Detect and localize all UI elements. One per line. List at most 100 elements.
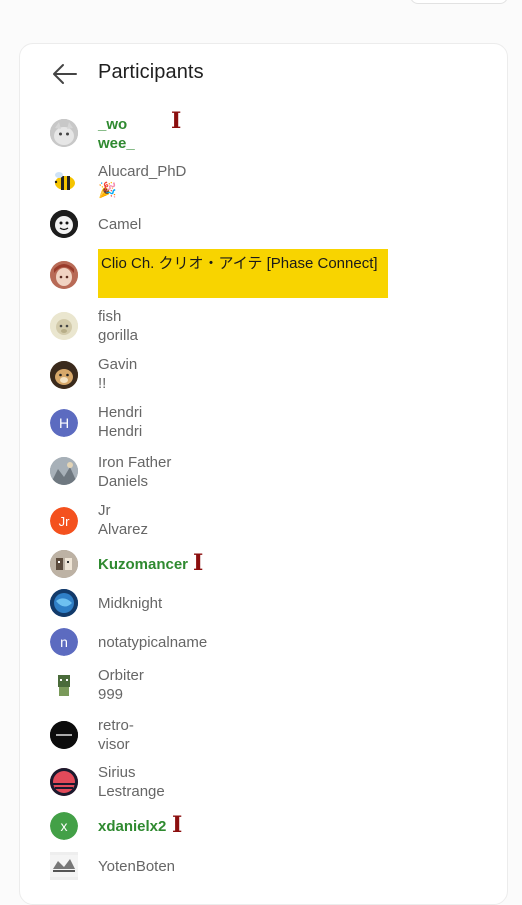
letter-avatar: Jr: [50, 507, 78, 535]
name-line-2: Alvarez: [98, 521, 149, 538]
avatar: [50, 550, 78, 578]
name-line-1: Camel: [98, 216, 142, 233]
participant-row[interactable]: n notatypicalname: [20, 624, 507, 662]
participant-row[interactable]: Sirius Lestrange: [20, 764, 507, 812]
participant-name: retro- visor: [98, 716, 368, 754]
name-line-1: Iron Father: [98, 454, 172, 471]
arrow-left-icon: [53, 64, 77, 84]
participant-row[interactable]: Gavin !!: [20, 350, 507, 400]
participant-row[interactable]: fish gorilla: [20, 302, 507, 350]
avatar: [50, 589, 78, 617]
red-sunset-image: [50, 768, 78, 796]
participant-row[interactable]: Jr Jr Alvarez: [20, 498, 507, 546]
participant-row[interactable]: Clio Ch. クリオ・アイテ [Phase Connect]: [20, 248, 507, 302]
back-button[interactable]: [51, 62, 79, 86]
name-line-1: Alucard_PhD: [98, 163, 187, 180]
name-line-1: YotenBoten: [98, 858, 176, 875]
letter-avatar: n: [50, 628, 78, 656]
participant-name: Sirius Lestrange: [98, 763, 368, 801]
avatar: [50, 167, 78, 195]
participant-row[interactable]: _wo wee_: [20, 106, 507, 160]
avatar: x: [50, 812, 78, 840]
name-line-1: Gavin: [98, 356, 138, 373]
name-line-1: Clio Ch. クリオ・アイテ [Phase Connect]: [101, 255, 378, 272]
page-title: Participants: [98, 61, 204, 83]
avatar: [50, 261, 78, 289]
avatar: [50, 119, 78, 147]
participant-row[interactable]: Orbiter 999: [20, 662, 507, 714]
gorilla-image: [50, 312, 78, 340]
avatar: [50, 312, 78, 340]
name-line-1: Midknight: [98, 595, 163, 612]
name-line-1: retro-: [98, 717, 134, 734]
participant-name: notatypicalname: [98, 633, 368, 652]
participant-name: Iron Father Daniels: [98, 453, 368, 491]
name-line-1: xdanielx2: [98, 818, 167, 835]
green-character-image: [50, 671, 78, 699]
name-line-1: _wo: [98, 116, 128, 133]
avatar: [50, 361, 78, 389]
anime-girl-image: [50, 261, 78, 289]
avatar: [50, 210, 78, 238]
participant-row[interactable]: YotenBoten: [20, 852, 507, 892]
participant-row[interactable]: Camel: [20, 210, 507, 250]
panel-header: Participants: [20, 44, 507, 104]
name-line-2: Hendri: [98, 423, 143, 440]
cat-photo-image: [50, 119, 78, 147]
letter-avatar: H: [50, 409, 78, 437]
participant-name: fish gorilla: [98, 307, 368, 345]
top-control-stub: [410, 0, 508, 4]
dog-image: [50, 361, 78, 389]
bee-image: [50, 167, 78, 195]
name-line-1: Hendri: [98, 404, 143, 421]
avatar: Jr: [50, 507, 78, 535]
avatar: [50, 768, 78, 796]
name-line-1: fish: [98, 308, 122, 325]
black-logo-image: [50, 721, 78, 749]
name-line-1: Sirius: [98, 764, 136, 781]
name-line-2: gorilla: [98, 327, 139, 344]
participant-name: xdanielx2: [98, 817, 368, 836]
letter-avatar: x: [50, 812, 78, 840]
participant-name: YotenBoten: [98, 857, 368, 876]
avatar: [50, 457, 78, 485]
participant-name: Hendri Hendri: [98, 403, 368, 441]
text-cursor-icon: I: [193, 550, 204, 576]
participant-name: Jr Alvarez: [98, 501, 368, 539]
participant-row[interactable]: Alucard_PhD 🎉: [20, 160, 507, 210]
participant-name: Midknight: [98, 594, 368, 613]
participants-panel: Participants _wo wee_ Alucard_PhD 🎉 Came…: [19, 43, 508, 905]
blue-planet-image: [50, 589, 78, 617]
sketch-image: [50, 855, 78, 877]
participant-name: Kuzomancer: [98, 555, 368, 574]
avatar: n: [50, 628, 78, 656]
participant-row[interactable]: H Hendri Hendri: [20, 400, 507, 448]
participant-name: Gavin !!: [98, 355, 368, 393]
pixel-art-image: [50, 550, 78, 578]
participant-name: _wo wee_: [98, 115, 368, 153]
participant-name: Alucard_PhD 🎉: [98, 162, 368, 200]
text-cursor-icon: I: [172, 812, 183, 838]
name-line-2: 🎉: [98, 182, 117, 199]
name-line-1: notatypicalname: [98, 634, 208, 651]
avatar: [50, 852, 78, 880]
avatar: [50, 721, 78, 749]
name-line-2: Lestrange: [98, 783, 165, 800]
name-line-1: Kuzomancer: [98, 556, 189, 573]
name-line-1: Jr: [98, 502, 111, 519]
participant-name: Orbiter 999: [98, 666, 368, 704]
participant-row[interactable]: Kuzomancer: [20, 546, 507, 586]
owner-highlight-name: Clio Ch. クリオ・アイテ [Phase Connect]: [98, 249, 388, 298]
avatar: [50, 671, 78, 699]
participant-row[interactable]: Midknight: [20, 586, 507, 624]
participant-row[interactable]: Iron Father Daniels: [20, 448, 507, 498]
participant-row[interactable]: retro- visor: [20, 714, 507, 764]
text-cursor-icon: I: [171, 108, 182, 134]
participant-row[interactable]: x xdanielx2: [20, 812, 507, 852]
name-line-1: Orbiter: [98, 667, 144, 684]
name-line-2: visor: [98, 736, 130, 753]
cartoon-face-image: [50, 210, 78, 238]
avatar: H: [50, 409, 78, 437]
name-line-2: !!: [98, 375, 107, 392]
photo-image: [50, 457, 78, 485]
